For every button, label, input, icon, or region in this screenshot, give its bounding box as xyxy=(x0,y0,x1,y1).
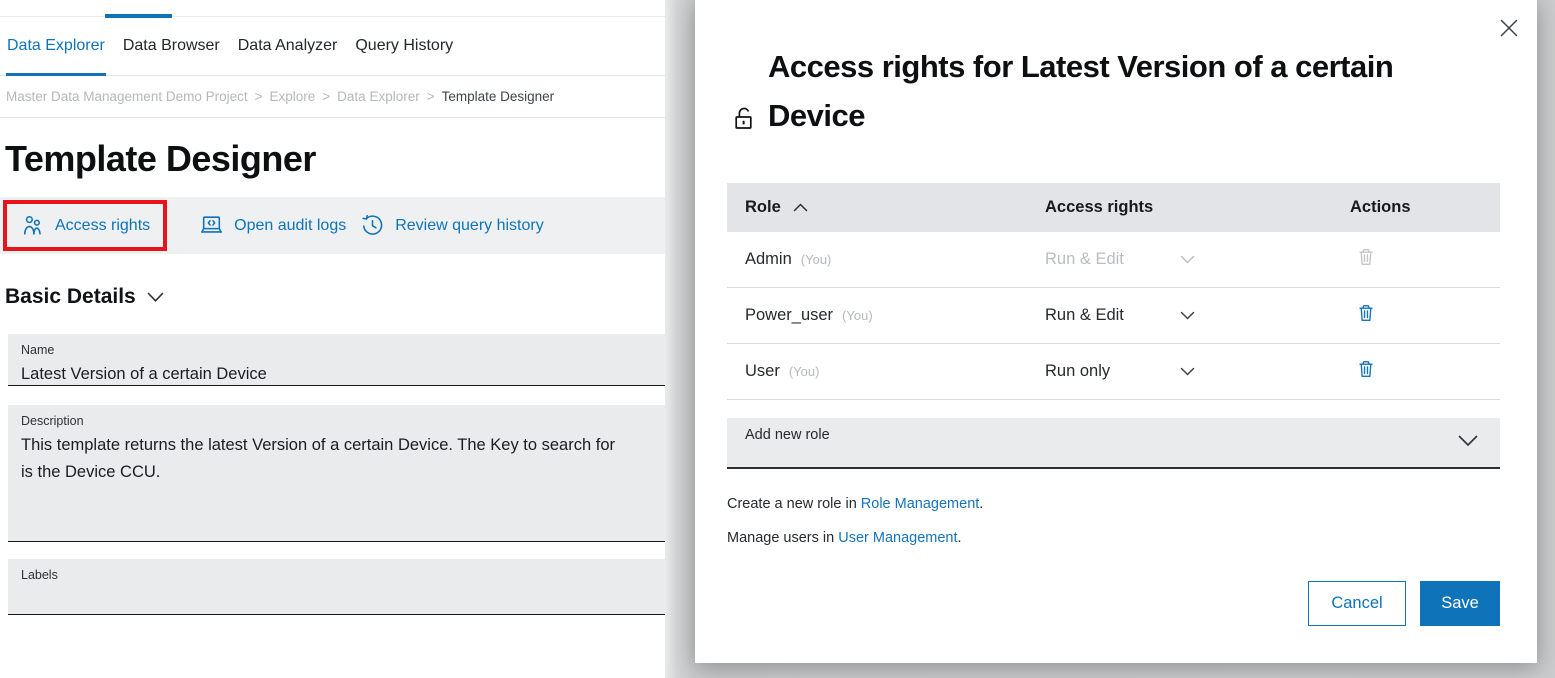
access-rights-select: Run & Edit xyxy=(1045,250,1195,269)
access-rights-label: Access rights xyxy=(55,217,150,235)
save-button[interactable]: Save xyxy=(1420,581,1500,626)
add-new-role-label: Add new role xyxy=(745,427,830,443)
lock-open-icon xyxy=(733,106,755,140)
laptop-code-icon xyxy=(199,213,224,238)
role-cell: User (You) xyxy=(727,362,1045,381)
breadcrumb-item-template-designer: Template Designer xyxy=(442,89,555,104)
tab-label: Data Browser xyxy=(123,37,220,55)
breadcrumb-separator: > xyxy=(427,89,435,104)
note-text: Create a new role in xyxy=(727,496,861,512)
column-header-access-rights[interactable]: Access rights xyxy=(1045,198,1350,217)
column-header-role[interactable]: Role xyxy=(727,198,1045,217)
role-cell: Admin (You) xyxy=(727,250,1045,269)
note-text: Manage users in xyxy=(727,530,838,546)
delete-role-icon[interactable] xyxy=(1355,300,1381,326)
role-name: Power_user xyxy=(745,306,833,325)
access-rights-select[interactable]: Run & Edit xyxy=(1045,306,1195,325)
tab-data-explorer[interactable]: Data Explorer xyxy=(6,17,106,75)
access-rights-modal: Access rights for Latest Version of a ce… xyxy=(695,0,1537,663)
chevron-down-icon xyxy=(147,292,164,303)
breadcrumb-item-project[interactable]: Master Data Management Demo Project xyxy=(6,89,248,104)
breadcrumb-item-data-explorer[interactable]: Data Explorer xyxy=(337,89,420,104)
table-row-user: User (You) Run only xyxy=(727,344,1500,400)
breadcrumb-separator: > xyxy=(255,89,263,104)
modal-title-row: Access rights for Latest Version of a ce… xyxy=(733,0,1428,140)
tab-data-analyzer[interactable]: Data Analyzer xyxy=(237,17,339,75)
user-management-note: Manage users in User Management. xyxy=(727,530,983,546)
note-text: . xyxy=(958,530,962,546)
table-header-row: Role Access rights Actions xyxy=(727,183,1500,232)
modal-title: Access rights for Latest Version of a ce… xyxy=(768,42,1428,140)
delete-role-icon xyxy=(1355,244,1381,270)
role-name: User xyxy=(745,362,780,381)
access-rights-highlight-box: Access rights xyxy=(3,200,167,251)
role-management-link[interactable]: Role Management xyxy=(861,496,980,512)
add-new-role-select[interactable]: Add new role xyxy=(727,418,1500,469)
breadcrumb-item-explore[interactable]: Explore xyxy=(270,89,316,104)
access-rights-value: Run & Edit xyxy=(1045,250,1124,269)
history-clock-icon xyxy=(360,213,385,238)
breadcrumb-separator: > xyxy=(322,89,330,104)
delete-role-icon[interactable] xyxy=(1355,356,1381,382)
you-tag: (You) xyxy=(801,252,832,267)
column-header-actions: Actions xyxy=(1350,198,1500,217)
tab-label: Data Analyzer xyxy=(238,37,338,55)
modal-button-row: Cancel Save xyxy=(1308,581,1500,626)
basic-details-heading: Basic Details xyxy=(5,285,136,309)
review-query-history-label: Review query history xyxy=(395,217,544,235)
close-icon[interactable] xyxy=(1497,16,1521,40)
user-management-link[interactable]: User Management xyxy=(838,530,957,546)
open-audit-logs-button[interactable]: Open audit logs xyxy=(199,213,346,238)
caret-up-icon xyxy=(793,203,808,212)
role-name: Admin xyxy=(745,250,792,269)
access-rights-value: Run only xyxy=(1045,362,1110,381)
access-rights-value: Run & Edit xyxy=(1045,306,1124,325)
table-row-admin: Admin (You) Run & Edit xyxy=(727,232,1500,288)
tab-label: Query History xyxy=(355,37,453,55)
people-icon xyxy=(20,213,45,238)
cancel-button[interactable]: Cancel xyxy=(1308,581,1406,626)
note-text: . xyxy=(979,496,983,512)
table-row-power-user: Power_user (You) Run & Edit xyxy=(727,288,1500,344)
tab-query-history[interactable]: Query History xyxy=(354,17,454,75)
access-rights-select[interactable]: Run only xyxy=(1045,362,1195,381)
access-rights-table: Role Access rights Actions Admin (You) R… xyxy=(727,183,1500,400)
access-rights-button[interactable]: Access rights xyxy=(20,213,150,238)
tab-data-browser[interactable]: Data Browser xyxy=(122,17,221,75)
review-query-history-button[interactable]: Review query history xyxy=(360,213,544,238)
role-management-note: Create a new role in Role Management. xyxy=(727,496,983,512)
role-cell: Power_user (You) xyxy=(727,306,1045,325)
you-tag: (You) xyxy=(789,364,820,379)
open-audit-logs-label: Open audit logs xyxy=(234,217,346,235)
tab-label: Data Explorer xyxy=(7,37,105,55)
role-header-label: Role xyxy=(745,198,781,217)
modal-notes: Create a new role in Role Management. Ma… xyxy=(727,496,983,564)
you-tag: (You) xyxy=(842,308,873,323)
